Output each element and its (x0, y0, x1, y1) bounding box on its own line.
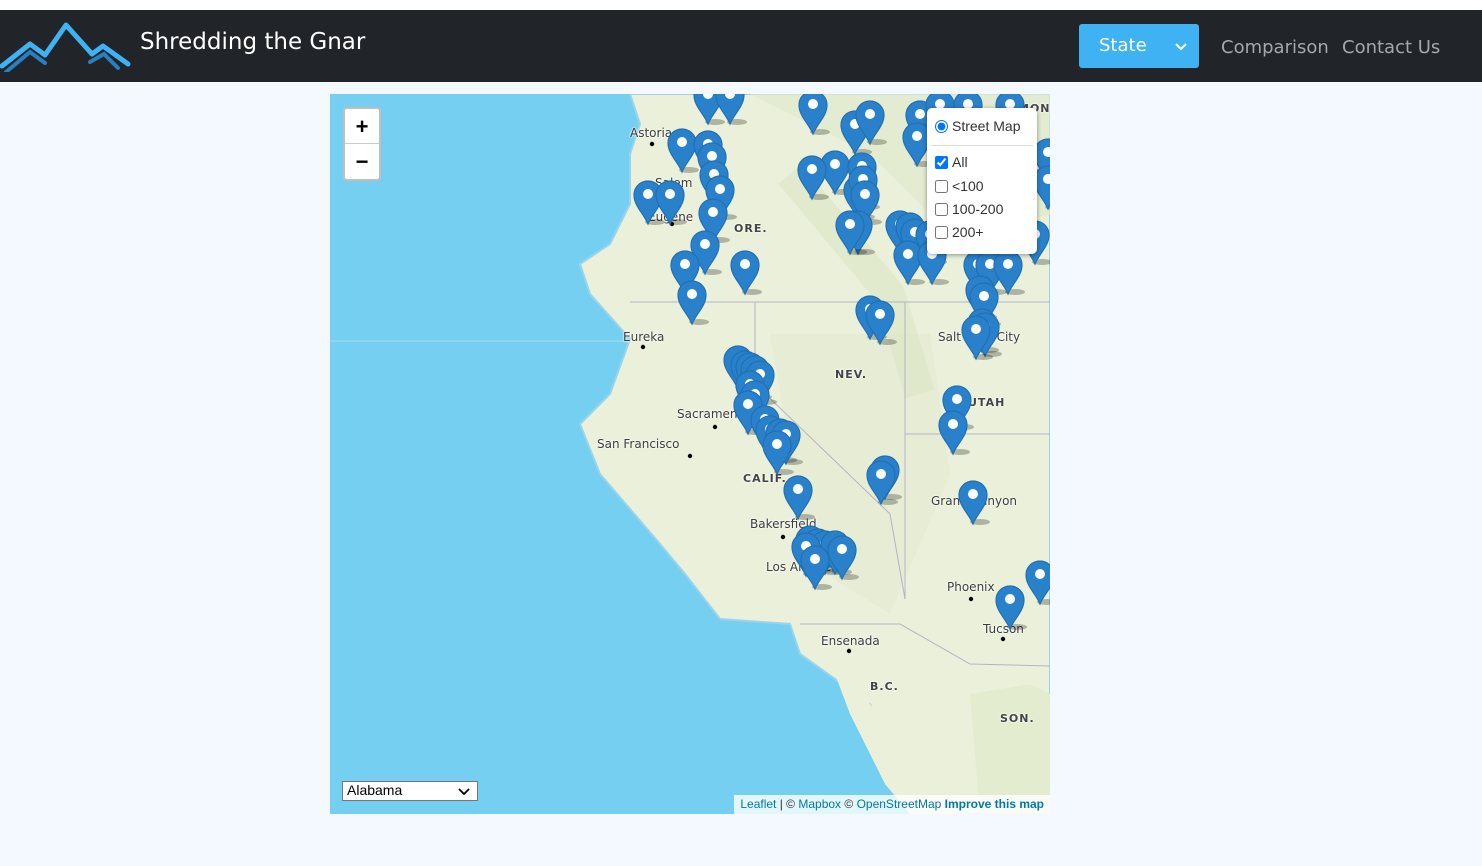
resort-marker-icon[interactable] (1023, 558, 1050, 606)
state-button-label: State (1099, 35, 1147, 56)
overlay-checkbox-100-200[interactable] (935, 202, 948, 216)
zoom-in-button[interactable]: + (345, 109, 379, 144)
map-label-baja-california: B.C. (870, 680, 899, 693)
resort-marker-icon[interactable] (728, 248, 762, 296)
resort-marker-icon[interactable] (653, 178, 687, 226)
base-layer-option[interactable]: Street Map (935, 117, 1020, 135)
resort-marker-icon[interactable] (760, 428, 794, 476)
nav-link-contact-us[interactable]: Contact Us (1342, 37, 1440, 58)
state-select[interactable]: Alabama (342, 781, 478, 801)
overlay-option-all[interactable]: All (935, 153, 968, 171)
state-select-value: Alabama (347, 782, 403, 798)
resort-marker-icon[interactable] (863, 298, 897, 346)
map-label-sonora: SON. (1000, 712, 1035, 725)
chevron-down-icon (1175, 43, 1187, 51)
resort-marker-icon[interactable] (833, 208, 867, 256)
resort-marker-icon[interactable] (936, 408, 970, 456)
mountain-logo-icon[interactable] (0, 22, 132, 72)
resort-marker-icon[interactable] (798, 543, 832, 591)
street-map-label: Street Map (952, 118, 1021, 134)
overlay-label-100-200: 100-200 (952, 201, 1004, 217)
resort-marker-icon[interactable] (796, 94, 830, 136)
overlay-option-under-100[interactable]: <100 (935, 177, 984, 195)
map-label-oregon: ORE. (734, 222, 768, 235)
zoom-out-button[interactable]: − (345, 144, 379, 179)
navbar: Shredding the Gnar State Comparison Cont… (0, 10, 1482, 82)
resort-marker-icon[interactable] (993, 583, 1027, 631)
openstreetmap-link[interactable]: OpenStreetMap (857, 797, 942, 811)
resort-marker-icon[interactable] (795, 153, 829, 201)
overlay-label-200-plus: 200+ (952, 224, 984, 240)
layer-control: Street Map All <100 100-200 200+ (927, 108, 1037, 254)
zoom-control: + − (343, 107, 381, 181)
overlay-option-200-plus[interactable]: 200+ (935, 223, 984, 241)
chevron-down-icon (458, 788, 470, 796)
map-label-nevada: NEV. (835, 368, 867, 381)
map-container[interactable]: Astoria Salem Eugene ORE. Eureka NEV. Sa… (330, 94, 1050, 814)
map-label-san-francisco: San Francisco (597, 437, 680, 451)
resort-marker-icon[interactable] (864, 458, 898, 506)
attribution-separator: © (841, 797, 857, 811)
nav-link-comparison[interactable]: Comparison (1221, 37, 1329, 58)
resort-marker-icon[interactable] (853, 98, 887, 146)
resort-marker-icon[interactable] (713, 94, 747, 126)
map-label-eureka: Eureka (623, 330, 665, 344)
overlay-label-under-100: <100 (952, 178, 984, 194)
resort-marker-icon[interactable] (781, 473, 815, 521)
layer-separator (931, 145, 1033, 146)
leaflet-link[interactable]: Leaflet (740, 797, 776, 811)
mapbox-link[interactable]: Mapbox (798, 797, 841, 811)
improve-map-link[interactable]: Improve this map (945, 797, 1044, 811)
resort-marker-icon[interactable] (675, 278, 709, 326)
street-map-radio[interactable] (935, 119, 948, 133)
map-attribution: Leaflet | © Mapbox © OpenStreetMap Impro… (734, 795, 1050, 814)
state-dropdown-button[interactable]: State (1079, 24, 1199, 68)
map-label-ensenada: Ensenada (821, 634, 880, 648)
resort-marker-icon[interactable] (956, 478, 990, 526)
overlay-checkbox-all[interactable] (935, 155, 948, 169)
overlay-option-100-200[interactable]: 100-200 (935, 200, 1003, 218)
overlay-checkbox-under-100[interactable] (935, 179, 948, 193)
overlay-checkbox-200-plus[interactable] (935, 225, 948, 239)
top-strip (0, 0, 1482, 10)
map-label-phoenix: Phoenix (947, 580, 995, 594)
attribution-separator: | © (776, 797, 799, 811)
brand-title[interactable]: Shredding the Gnar (140, 29, 365, 55)
overlay-label-all: All (952, 154, 968, 170)
resort-marker-icon[interactable] (959, 313, 993, 361)
